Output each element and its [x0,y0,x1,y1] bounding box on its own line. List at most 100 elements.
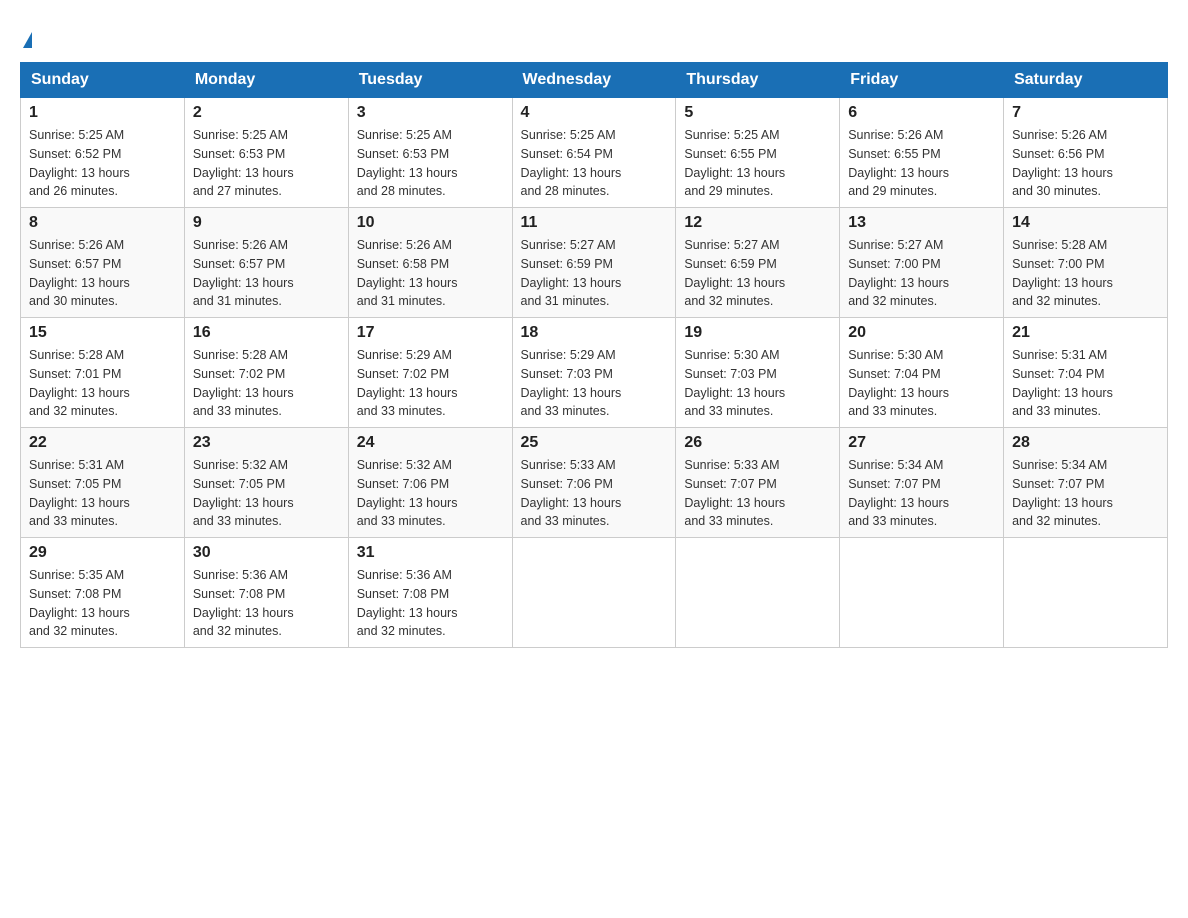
day-info: Sunrise: 5:32 AMSunset: 7:06 PMDaylight:… [357,456,504,531]
calendar-cell: 24 Sunrise: 5:32 AMSunset: 7:06 PMDayligh… [348,428,512,538]
calendar-cell: 26 Sunrise: 5:33 AMSunset: 7:07 PMDayligh… [676,428,840,538]
day-number: 31 [357,544,504,562]
calendar-cell: 22 Sunrise: 5:31 AMSunset: 7:05 PMDayligh… [21,428,185,538]
day-number: 7 [1012,104,1159,122]
weekday-header-saturday: Saturday [1004,63,1168,98]
day-number: 9 [193,214,340,232]
weekday-header-thursday: Thursday [676,63,840,98]
day-info: Sunrise: 5:34 AMSunset: 7:07 PMDaylight:… [1012,456,1159,531]
calendar-cell [840,538,1004,648]
day-number: 24 [357,434,504,452]
day-info: Sunrise: 5:27 AMSunset: 6:59 PMDaylight:… [521,236,668,311]
calendar-cell: 7 Sunrise: 5:26 AMSunset: 6:56 PMDaylight… [1004,98,1168,208]
day-info: Sunrise: 5:26 AMSunset: 6:58 PMDaylight:… [357,236,504,311]
day-number: 19 [684,324,831,342]
calendar-week-1: 1 Sunrise: 5:25 AMSunset: 6:52 PMDaylight… [21,98,1168,208]
day-info: Sunrise: 5:36 AMSunset: 7:08 PMDaylight:… [193,566,340,641]
calendar-cell: 21 Sunrise: 5:31 AMSunset: 7:04 PMDayligh… [1004,318,1168,428]
day-number: 10 [357,214,504,232]
day-info: Sunrise: 5:25 AMSunset: 6:53 PMDaylight:… [193,126,340,201]
calendar-cell: 27 Sunrise: 5:34 AMSunset: 7:07 PMDayligh… [840,428,1004,538]
day-info: Sunrise: 5:35 AMSunset: 7:08 PMDaylight:… [29,566,176,641]
calendar-cell: 17 Sunrise: 5:29 AMSunset: 7:02 PMDayligh… [348,318,512,428]
day-number: 29 [29,544,176,562]
calendar-cell: 2 Sunrise: 5:25 AMSunset: 6:53 PMDaylight… [184,98,348,208]
calendar-cell: 29 Sunrise: 5:35 AMSunset: 7:08 PMDayligh… [21,538,185,648]
day-info: Sunrise: 5:32 AMSunset: 7:05 PMDaylight:… [193,456,340,531]
day-number: 16 [193,324,340,342]
calendar-cell: 8 Sunrise: 5:26 AMSunset: 6:57 PMDaylight… [21,208,185,318]
calendar-header: SundayMondayTuesdayWednesdayThursdayFrid… [21,63,1168,98]
day-number: 2 [193,104,340,122]
calendar-cell: 19 Sunrise: 5:30 AMSunset: 7:03 PMDayligh… [676,318,840,428]
weekday-header-row: SundayMondayTuesdayWednesdayThursdayFrid… [21,63,1168,98]
day-number: 8 [29,214,176,232]
day-number: 6 [848,104,995,122]
day-number: 5 [684,104,831,122]
day-number: 25 [521,434,668,452]
weekday-header-friday: Friday [840,63,1004,98]
calendar-cell: 20 Sunrise: 5:30 AMSunset: 7:04 PMDayligh… [840,318,1004,428]
calendar-cell: 16 Sunrise: 5:28 AMSunset: 7:02 PMDayligh… [184,318,348,428]
calendar-week-3: 15 Sunrise: 5:28 AMSunset: 7:01 PMDayligh… [21,318,1168,428]
day-info: Sunrise: 5:36 AMSunset: 7:08 PMDaylight:… [357,566,504,641]
day-number: 3 [357,104,504,122]
calendar-cell: 15 Sunrise: 5:28 AMSunset: 7:01 PMDayligh… [21,318,185,428]
day-info: Sunrise: 5:30 AMSunset: 7:04 PMDaylight:… [848,346,995,421]
day-number: 15 [29,324,176,342]
day-number: 13 [848,214,995,232]
calendar-cell: 31 Sunrise: 5:36 AMSunset: 7:08 PMDayligh… [348,538,512,648]
page-header [20,20,1168,46]
day-number: 11 [521,214,668,232]
day-info: Sunrise: 5:33 AMSunset: 7:06 PMDaylight:… [521,456,668,531]
day-info: Sunrise: 5:29 AMSunset: 7:02 PMDaylight:… [357,346,504,421]
calendar-cell: 11 Sunrise: 5:27 AMSunset: 6:59 PMDayligh… [512,208,676,318]
weekday-header-sunday: Sunday [21,63,185,98]
day-info: Sunrise: 5:33 AMSunset: 7:07 PMDaylight:… [684,456,831,531]
day-number: 1 [29,104,176,122]
day-info: Sunrise: 5:27 AMSunset: 7:00 PMDaylight:… [848,236,995,311]
day-info: Sunrise: 5:26 AMSunset: 6:56 PMDaylight:… [1012,126,1159,201]
day-info: Sunrise: 5:25 AMSunset: 6:52 PMDaylight:… [29,126,176,201]
calendar-cell [1004,538,1168,648]
day-number: 28 [1012,434,1159,452]
calendar-cell: 13 Sunrise: 5:27 AMSunset: 7:00 PMDayligh… [840,208,1004,318]
calendar-cell [512,538,676,648]
day-info: Sunrise: 5:30 AMSunset: 7:03 PMDaylight:… [684,346,831,421]
day-info: Sunrise: 5:28 AMSunset: 7:01 PMDaylight:… [29,346,176,421]
calendar-cell: 12Sunrise: 5:27 AMSunset: 6:59 PMDayligh… [676,208,840,318]
day-info: Sunrise: 5:28 AMSunset: 7:00 PMDaylight:… [1012,236,1159,311]
calendar-cell: 4Sunrise: 5:25 AMSunset: 6:54 PMDaylight… [512,98,676,208]
calendar-cell [676,538,840,648]
day-info: Sunrise: 5:31 AMSunset: 7:04 PMDaylight:… [1012,346,1159,421]
weekday-header-monday: Monday [184,63,348,98]
weekday-header-wednesday: Wednesday [512,63,676,98]
calendar-cell: 5 Sunrise: 5:25 AMSunset: 6:55 PMDaylight… [676,98,840,208]
day-info: Sunrise: 5:29 AMSunset: 7:03 PMDaylight:… [521,346,668,421]
day-info: Sunrise: 5:31 AMSunset: 7:05 PMDaylight:… [29,456,176,531]
calendar-cell: 9Sunrise: 5:26 AMSunset: 6:57 PMDaylight… [184,208,348,318]
day-info: Sunrise: 5:25 AMSunset: 6:55 PMDaylight:… [684,126,831,201]
day-number: 12 [684,214,831,232]
day-number: 23 [193,434,340,452]
day-info: Sunrise: 5:34 AMSunset: 7:07 PMDaylight:… [848,456,995,531]
day-info: Sunrise: 5:26 AMSunset: 6:57 PMDaylight:… [29,236,176,311]
day-number: 4 [521,104,668,122]
logo-triangle-icon [23,32,32,48]
day-number: 20 [848,324,995,342]
day-number: 27 [848,434,995,452]
calendar-week-2: 8 Sunrise: 5:26 AMSunset: 6:57 PMDaylight… [21,208,1168,318]
calendar-body: 1 Sunrise: 5:25 AMSunset: 6:52 PMDaylight… [21,98,1168,648]
calendar-cell: 10 Sunrise: 5:26 AMSunset: 6:58 PMDayligh… [348,208,512,318]
weekday-header-tuesday: Tuesday [348,63,512,98]
calendar-cell: 23 Sunrise: 5:32 AMSunset: 7:05 PMDayligh… [184,428,348,538]
calendar-week-5: 29 Sunrise: 5:35 AMSunset: 7:08 PMDayligh… [21,538,1168,648]
day-number: 17 [357,324,504,342]
day-number: 22 [29,434,176,452]
day-number: 26 [684,434,831,452]
logo [20,20,32,46]
day-info: Sunrise: 5:28 AMSunset: 7:02 PMDaylight:… [193,346,340,421]
calendar-cell: 25 Sunrise: 5:33 AMSunset: 7:06 PMDayligh… [512,428,676,538]
day-number: 21 [1012,324,1159,342]
calendar-cell: 1 Sunrise: 5:25 AMSunset: 6:52 PMDaylight… [21,98,185,208]
